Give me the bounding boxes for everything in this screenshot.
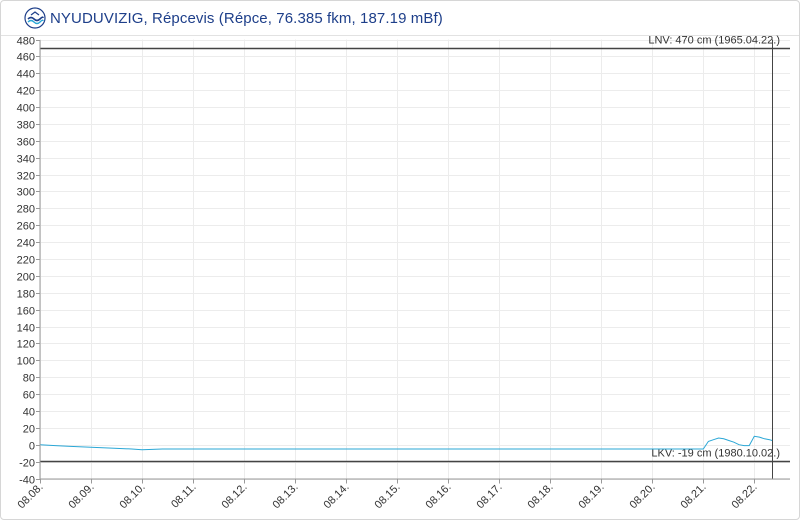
y-tick-label: 320 <box>17 171 35 183</box>
chart-area: 4804604404204003803603403203002802602402… <box>16 35 790 511</box>
x-tick-label: 08.22. <box>730 481 760 511</box>
x-tick-label: 08.12. <box>220 481 250 511</box>
y-tick-label: 300 <box>17 187 35 199</box>
y-tick-label: 240 <box>17 238 35 250</box>
y-tick-label: 160 <box>17 306 35 318</box>
y-tick-label: 220 <box>17 255 35 267</box>
x-tick-label: 08.14. <box>322 481 352 511</box>
y-tick-label: 420 <box>17 86 35 98</box>
y-tick-label: 60 <box>23 390 35 402</box>
y-tick-label: 140 <box>17 323 35 335</box>
x-tick-label: 08.19. <box>577 481 607 511</box>
y-tick-label: 120 <box>17 339 35 351</box>
y-tick-label: -20 <box>19 458 35 470</box>
y-tick-label: 460 <box>17 52 35 64</box>
x-tick-label: 08.13. <box>271 481 301 511</box>
x-tick-label: 08.09. <box>67 481 97 511</box>
x-tick-label: 08.15. <box>373 481 403 511</box>
x-tick-label: 08.18. <box>526 481 556 511</box>
y-tick-label: 80 <box>23 373 35 385</box>
y-tick-label: 0 <box>29 441 35 453</box>
x-tick-label: 08.11. <box>169 481 199 511</box>
x-tick-label: 08.20. <box>628 481 658 511</box>
y-tick-label: 340 <box>17 154 35 166</box>
x-axis: 08.08. 08.09. 08.10. 08.11. 08.12. 08.13. 08.1… <box>16 478 760 511</box>
y-tick-label: 480 <box>17 36 35 48</box>
y-tick-label: 380 <box>17 120 35 132</box>
y-tick-label: 360 <box>17 137 35 149</box>
x-tick-label: 08.17. <box>475 481 505 511</box>
reference-line-label: LNV: 470 cm (1965.04.22.) <box>648 35 780 47</box>
y-tick-label: 280 <box>17 204 35 216</box>
grid-lines <box>40 39 790 480</box>
y-axis: 4804604404204003803603403203002802602402… <box>17 36 40 487</box>
y-tick-label: 200 <box>17 272 35 284</box>
y-tick-label: 100 <box>17 356 35 368</box>
y-tick-label: 20 <box>23 424 35 436</box>
y-tick-label: 440 <box>17 69 35 81</box>
x-tick-label: 08.21. <box>679 481 709 511</box>
x-tick-label: 08.16. <box>424 481 454 511</box>
y-tick-label: 180 <box>17 289 35 301</box>
x-tick-label: 08.10. <box>118 481 148 511</box>
y-tick-label: 400 <box>17 103 35 115</box>
y-tick-label: 260 <box>17 221 35 233</box>
y-tick-label: 40 <box>23 407 35 419</box>
